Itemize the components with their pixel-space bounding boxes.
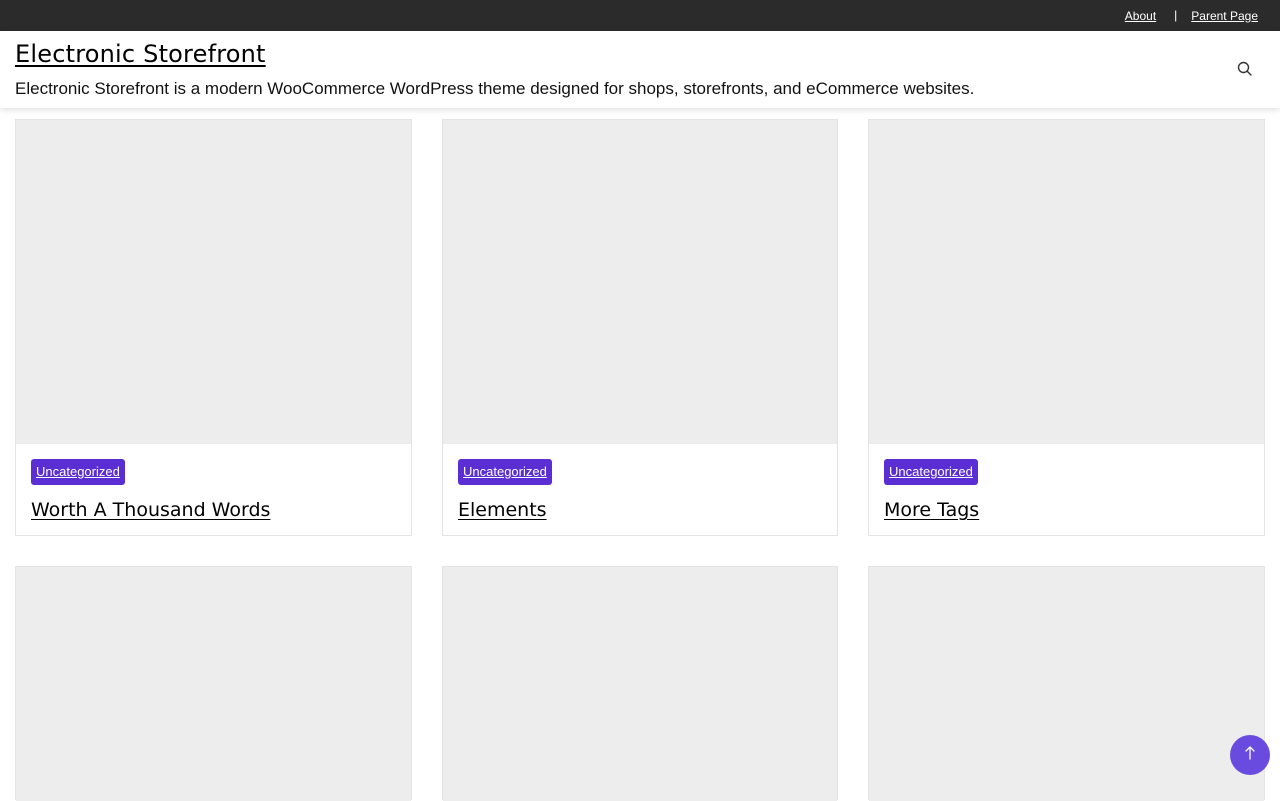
post-category-badge[interactable]: Uncategorized [458,459,552,485]
post-card [442,566,838,801]
post-card [868,566,1265,801]
post-thumbnail[interactable] [869,120,1264,444]
post-thumbnail[interactable] [443,120,837,444]
top-nav-parent-page-link[interactable]: Parent Page [1191,9,1258,23]
post-title[interactable]: Elements [458,499,547,521]
post-thumbnail[interactable] [16,120,411,444]
search-icon[interactable] [1236,60,1254,78]
site-header: Electronic Storefront Electronic Storefr… [0,31,1280,108]
site-title[interactable]: Electronic Storefront [15,40,266,68]
post-card: Uncategorized More Tags [868,119,1265,536]
post-category-badge[interactable]: Uncategorized [884,459,978,485]
post-card: Uncategorized Elements [442,119,838,536]
post-title[interactable]: Worth A Thousand Words [31,499,270,521]
top-nav-about-link[interactable]: About [1125,9,1156,23]
top-nav: About | Parent Page [1125,0,1258,31]
arrow-up-icon [1242,744,1258,767]
post-thumbnail[interactable] [869,567,1264,801]
post-category-badge[interactable]: Uncategorized [31,459,125,485]
top-nav-separator: | [1174,7,1178,22]
top-bar: About | Parent Page [0,0,1280,31]
site-tagline: Electronic Storefront is a modern WooCom… [15,79,975,98]
post-card [15,566,412,801]
post-thumbnail[interactable] [443,567,837,801]
scroll-to-top-button[interactable] [1230,735,1270,775]
post-card: Uncategorized Worth A Thousand Words [15,119,412,536]
post-thumbnail[interactable] [16,567,411,801]
post-title[interactable]: More Tags [884,499,979,521]
